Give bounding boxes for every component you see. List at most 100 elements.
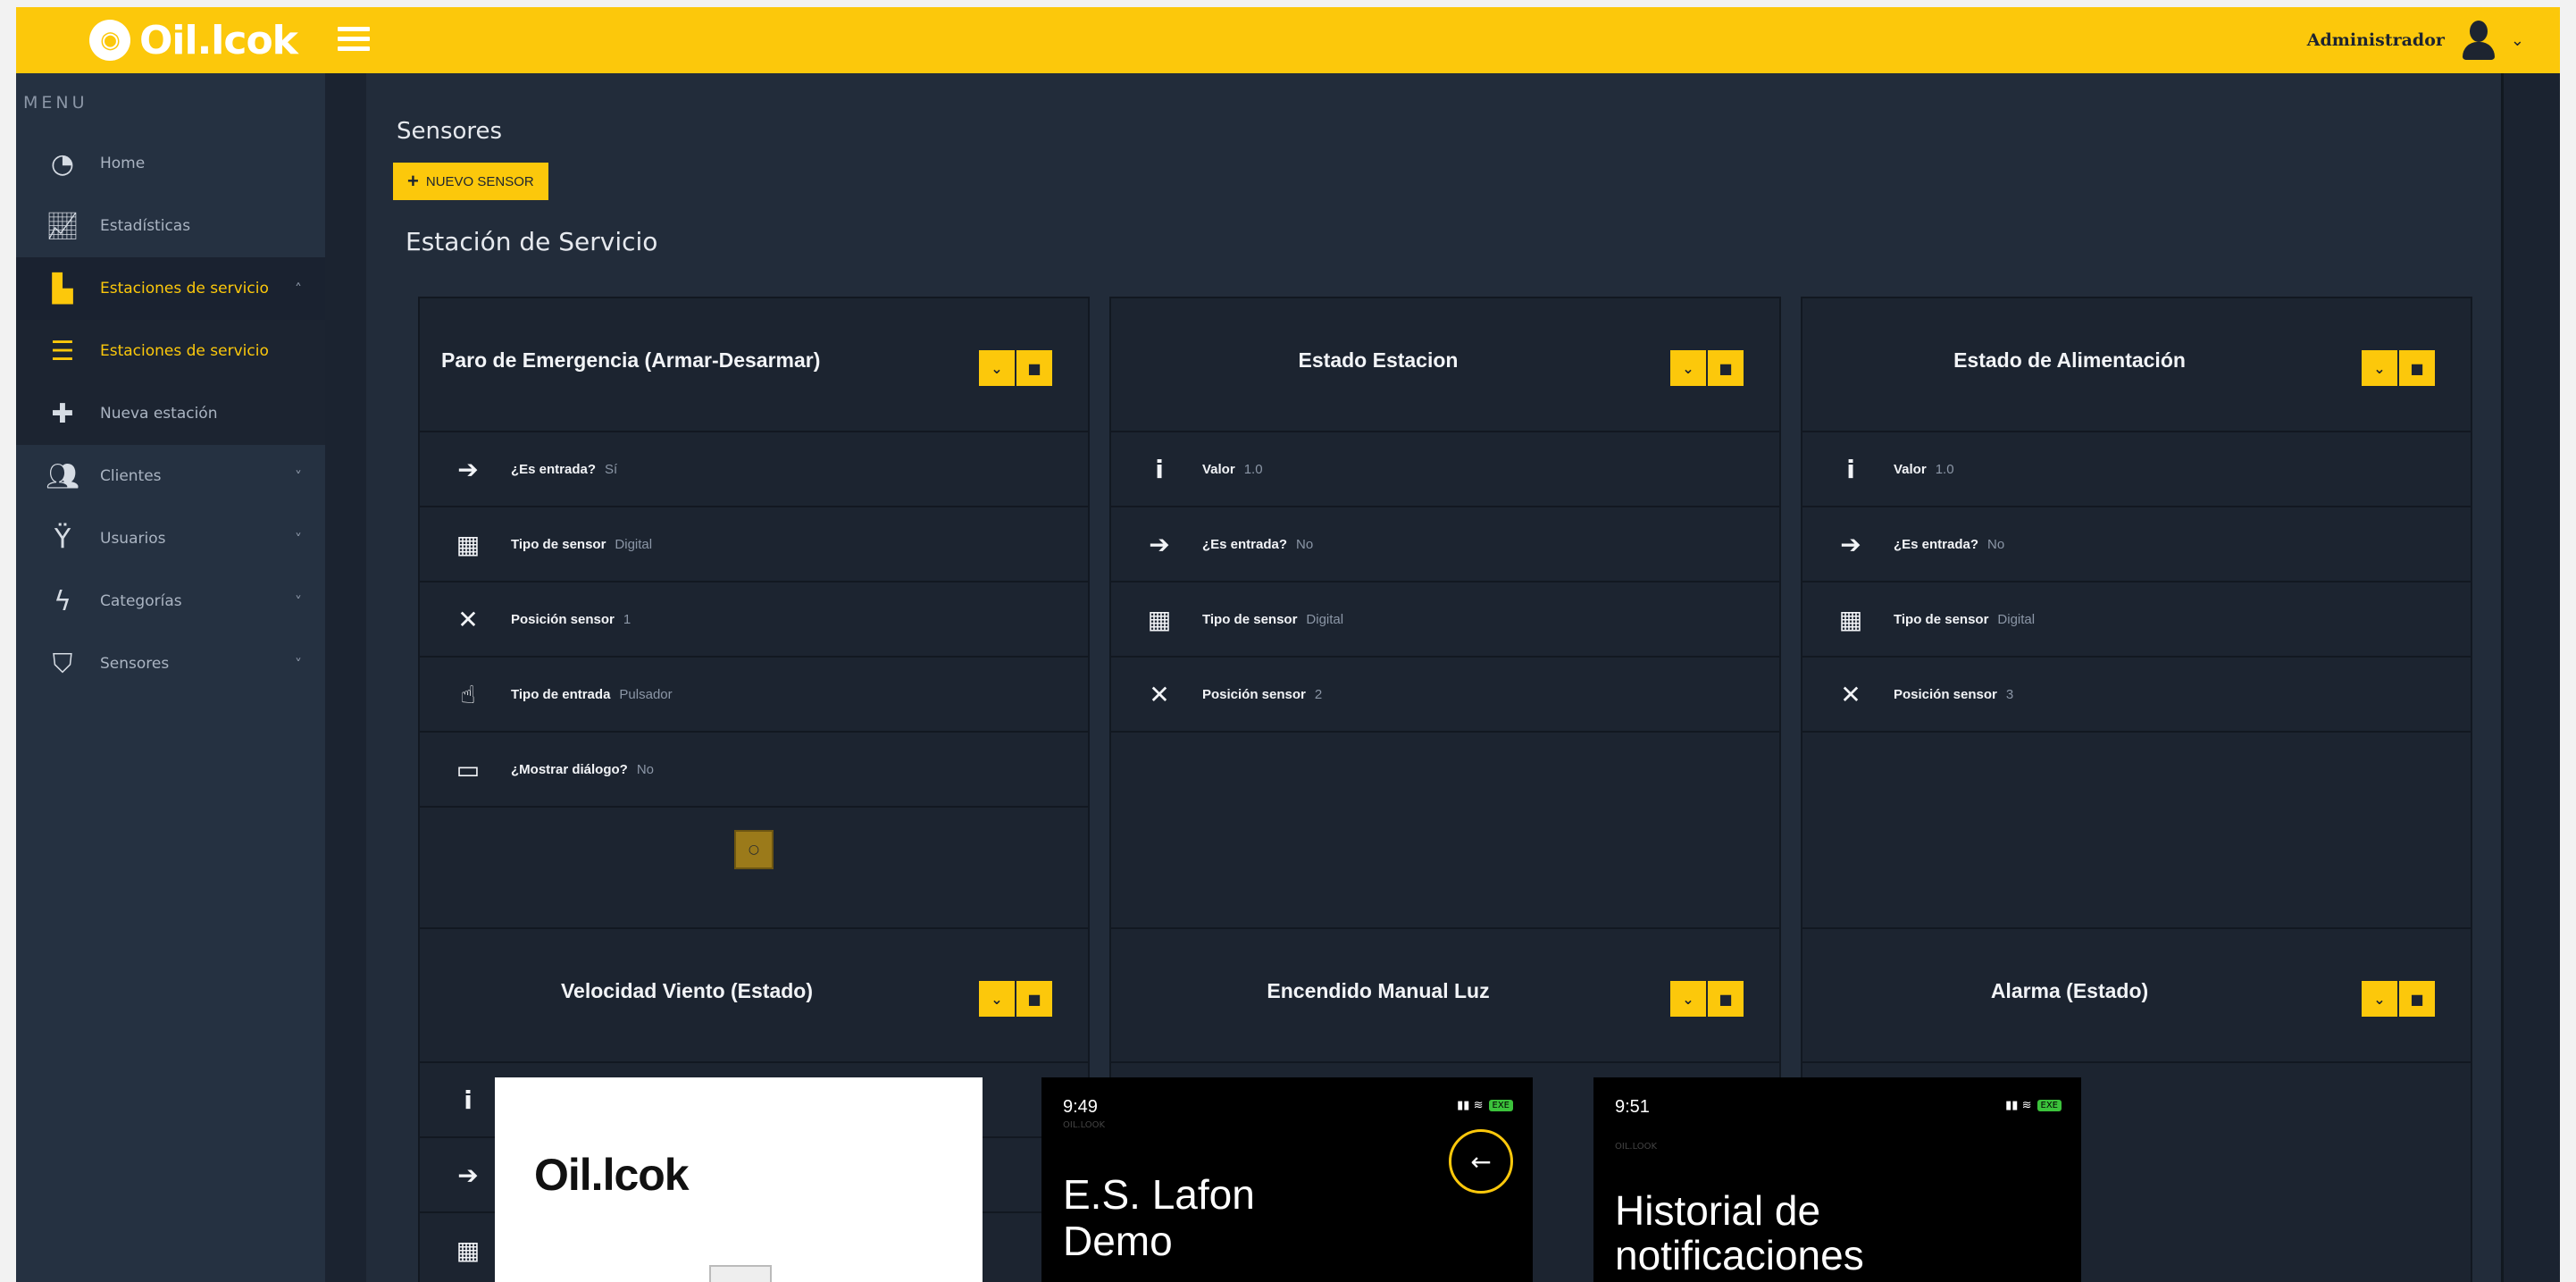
list-icon: ☰ <box>50 335 75 367</box>
arrow-right-icon: ➔ <box>457 454 479 484</box>
sidebar-item-label: Clientes <box>100 467 162 485</box>
sidebar-item-label: Estaciones de servicio <box>100 280 269 297</box>
sidebar-item-usuarios[interactable]: Ÿ Usuarios ˅ <box>16 507 325 570</box>
row-value: Digital <box>1306 611 1344 627</box>
app-logo[interactable]: ◉ Oil.lcok <box>89 14 298 66</box>
users-icon: 👥︎ <box>45 460 80 492</box>
menu-toggle-icon[interactable] <box>338 27 370 54</box>
delete-button[interactable]: ■ <box>2399 981 2435 1017</box>
plus-icon: ✚ <box>51 398 74 430</box>
row-value: No <box>1987 536 2005 552</box>
sidebar-item-clientes[interactable]: 👥︎ Clientes ˅ <box>16 445 325 507</box>
battery-icon: EXE <box>1488 1100 1513 1111</box>
expand-button[interactable]: ⌄ <box>2362 981 2397 1017</box>
sidebar-item-categorias[interactable]: ϟ Categorías ˅ <box>16 570 325 633</box>
expand-button[interactable]: ⌄ <box>2362 350 2397 386</box>
sidebar-item-sensores[interactable]: ⛉ Sensores ˅ <box>16 633 325 695</box>
delete-button[interactable]: ■ <box>1016 350 1052 386</box>
card-actions: ⌄ ■ <box>2362 350 2435 386</box>
row-label: ¿Es entrada? <box>511 461 597 477</box>
card-title: Estado Estacion <box>1298 348 1459 372</box>
package-illustration <box>709 1265 772 1282</box>
card-header: Paro de Emergencia (Armar-Desarmar) ⌄ ■ <box>420 298 1088 432</box>
expand-button[interactable]: ⌄ <box>1670 981 1706 1017</box>
phone-mockup-notifications: 9:51 OIL.LOOK ▮▮ ≋ EXE Historial de notif… <box>1593 1077 2081 1282</box>
sidebar-item-label: Categorías <box>100 592 182 610</box>
chevron-down-icon: ˅ <box>295 655 302 673</box>
delete-button[interactable]: ■ <box>1708 981 1744 1017</box>
row-label: Tipo de sensor <box>1894 611 1989 627</box>
sidebar-item-estaciones[interactable]: ▙ Estaciones de servicio ˄ <box>16 257 325 320</box>
expand-button[interactable]: ⌄ <box>979 981 1015 1017</box>
sidebar-subitem-nueva-estacion[interactable]: ✚ Nueva estación <box>16 382 325 445</box>
expand-button[interactable]: ⌄ <box>1670 350 1706 386</box>
delete-button[interactable]: ■ <box>2399 350 2435 386</box>
sidebar-item-label: Estaciones de servicio <box>100 342 269 360</box>
bolt-icon: ϟ <box>54 585 71 617</box>
new-sensor-button[interactable]: + NUEVO SENSOR <box>393 163 548 200</box>
row-value: Digital <box>1997 611 2036 627</box>
card-title: Paro de Emergencia (Armar-Desarmar) <box>441 348 821 372</box>
row-label: Valor <box>1202 461 1235 477</box>
card-row: ➔ ¿Es entrada? No <box>1802 507 2471 582</box>
card-row: ▦ Tipo de sensor Digital <box>1111 582 1779 658</box>
card-row: ✕ Posición sensor 2 <box>1111 658 1779 733</box>
content-gutter <box>325 73 366 1282</box>
row-label: Posición sensor <box>1894 686 1997 702</box>
card-header: Alarma (Estado) ⌄ ■ <box>1802 929 2471 1063</box>
card-actions: ⌄ ■ <box>979 350 1052 386</box>
user-avatar-icon <box>2461 19 2495 62</box>
trigger-button[interactable]: ○ <box>734 830 774 869</box>
scrollbar-track[interactable] <box>2501 73 2560 1282</box>
row-label: Tipo de sensor <box>1202 611 1298 627</box>
sensor-card: Estado Estacion ⌄ ■ i Valor 1.0 ➔ ¿Es entra… <box>1109 297 1781 968</box>
card-header: Estado Estacion ⌄ ■ <box>1111 298 1779 432</box>
card-row: ▭ ¿Mostrar diálogo? No <box>420 733 1088 808</box>
card-title: Velocidad Viento (Estado) <box>560 979 814 1002</box>
signal-icon: ▮▮ ≋ <box>1457 1099 1484 1112</box>
row-label: Posición sensor <box>1202 686 1306 702</box>
sidebar-item-label: Usuarios <box>100 530 166 548</box>
expand-button[interactable]: ⌄ <box>979 350 1015 386</box>
sidebar-item-home[interactable]: ◔ Home <box>16 132 325 195</box>
card-row: i Valor 1.0 <box>1111 432 1779 507</box>
expand-icon: ✕ <box>1149 679 1170 709</box>
user-name: Administrador <box>2306 30 2445 50</box>
card-actions: ⌄ ■ <box>979 981 1052 1017</box>
expand-icon: ✕ <box>457 604 479 634</box>
grid-icon: ▦ <box>1147 604 1172 634</box>
card-header: Velocidad Viento (Estado) ⌄ ■ <box>420 929 1088 1063</box>
arrow-right-icon: ➔ <box>1840 529 1861 559</box>
delete-button[interactable]: ■ <box>1016 981 1052 1017</box>
delete-button[interactable]: ■ <box>1708 350 1744 386</box>
row-label: ¿Es entrada? <box>1202 536 1288 552</box>
sidebar-subitem-estaciones-list[interactable]: ☰ Estaciones de servicio <box>16 320 325 382</box>
card-row: ➔ ¿Es entrada? No <box>1111 507 1779 582</box>
card-row: ☝ Tipo de entrada Pulsador <box>420 658 1088 733</box>
top-bar: ◉ Oil.lcok Administrador ⌄ <box>16 7 2560 73</box>
user-icon: Ÿ <box>54 523 71 555</box>
back-arrow-icon[interactable]: ← <box>1449 1129 1513 1194</box>
row-value: No <box>636 761 655 777</box>
sidebar: MENU ◔ Home 📈︎ Estadísticas ▙ Estaciones… <box>16 73 325 1282</box>
expand-icon: ✕ <box>1840 679 1861 709</box>
info-icon: i <box>1846 454 1855 484</box>
row-value: Sí <box>605 461 618 477</box>
fuel-pump-icon: ▙ <box>52 272 73 305</box>
grid-icon: ▦ <box>456 1235 481 1265</box>
chevron-up-icon: ˄ <box>295 280 302 297</box>
menu-title: MENU <box>23 93 88 113</box>
sidebar-item-label: Estadísticas <box>100 217 191 235</box>
card-title: Encendido Manual Luz <box>1267 979 1490 1002</box>
row-value: 1.0 <box>1243 461 1263 477</box>
phone-heading-line2: Demo <box>1063 1218 1173 1264</box>
row-value: 3 <box>2005 686 2014 702</box>
card-row: i Valor 1.0 <box>1802 432 2471 507</box>
dashboard-icon: ◔ <box>50 147 75 180</box>
phone-status: ▮▮ ≋ EXE <box>2005 1099 2062 1112</box>
user-menu[interactable]: Administrador ⌄ <box>2307 18 2524 63</box>
row-label: Valor <box>1894 461 1927 477</box>
sidebar-item-estadisticas[interactable]: 📈︎ Estadísticas <box>16 195 325 257</box>
info-icon: i <box>464 1085 473 1115</box>
row-label: ¿Mostrar diálogo? <box>511 761 628 777</box>
